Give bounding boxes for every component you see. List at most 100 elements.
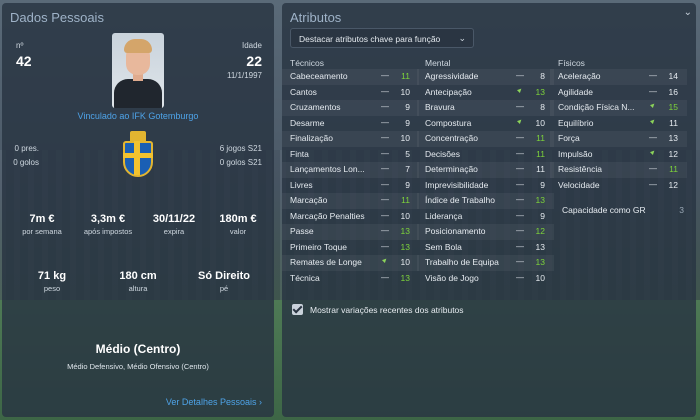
trend-neutral-icon: — [381,195,389,204]
attribute-value: 9 [540,210,545,221]
birthdate: 11/1/1997 [227,71,262,80]
trend-neutral-icon: — [516,210,524,220]
attribute-name: Trabalho de Equipa [425,257,499,267]
attribute-name: Decisões [425,148,460,159]
attribute-row[interactable]: Força — 13 [550,131,687,147]
u21-goals: 0 golos S21 [219,158,262,167]
attribute-name: Equilíbrio [558,117,594,128]
attribute-row[interactable]: Equilíbrio ▲ 11 [550,116,687,132]
attribute-row[interactable]: Imprevisibilidade — 9 [417,178,554,194]
sweden-crest-icon[interactable] [121,131,155,185]
attribute-name: Condição Física N... [558,102,635,112]
checkbox-checked[interactable] [292,304,303,315]
attribute-value: 8 [540,71,545,81]
attribute-name: Finalização [290,133,333,143]
view-personal-details-link[interactable]: Ver Detalhes Pessoais › [166,397,262,407]
attribute-name: Imprevisibilidade [425,179,489,190]
attribute-row[interactable]: Antecipação ▲ 13 [417,85,554,101]
attribute-value: 9 [540,179,545,190]
attribute-row[interactable]: Remates de Longe ▲ 10 [282,255,419,271]
trend-neutral-icon: — [516,71,524,80]
attribute-value: 10 [400,257,410,267]
attribute-row[interactable]: Marcação — 11 [282,193,419,209]
attribute-row[interactable]: Bravura — 8 [417,100,554,116]
caps-goals: 0 golos [13,158,39,167]
attribute-name: Passe [290,226,314,236]
attribute-row[interactable]: Impulsão ▲ 12 [550,147,687,163]
trend-neutral-icon: — [516,241,524,251]
attribute-row[interactable]: Trabalho de Equipa — 13 [417,255,554,271]
attribute-row[interactable]: Determinação — 11 [417,162,554,178]
trend-neutral-icon: — [649,164,657,173]
attribute-row[interactable]: Compostura ▲ 10 [417,116,554,132]
foot-stat: Só Direito pé [198,270,250,293]
attribute-value: 13 [535,195,545,205]
attribute-value: 16 [668,86,678,97]
trend-neutral-icon: — [381,117,389,127]
attribute-row[interactable]: Índice de Trabalho — 13 [417,193,554,209]
attribute-row[interactable]: Desarme — 9 [282,116,419,132]
attribute-value: 7 [405,164,410,174]
attribute-row[interactable]: Visão de Jogo — 10 [417,271,554,287]
weight-stat: 71 kg peso [37,270,67,293]
chevron-right-icon: › [259,397,262,407]
attribute-name: Visão de Jogo [425,272,479,283]
attribute-name: Finta [290,148,309,159]
chevron-down-icon[interactable]: ⌄ [684,7,692,18]
attribute-row[interactable]: Finalização — 10 [282,131,419,147]
trend-neutral-icon: — [516,102,524,111]
trend-neutral-icon: — [516,272,524,282]
number-label: nº [16,41,24,50]
attribute-row[interactable]: Decisões — 11 [417,147,554,163]
attribute-row[interactable]: Liderança — 9 [417,209,554,225]
trend-up-icon: ▲ [647,116,658,126]
attribute-row[interactable]: Cabeceamento — 11 [282,69,419,85]
attribute-row[interactable]: Posicionamento — 12 [417,224,554,240]
highlight-attributes-dropdown[interactable]: Destacar atributos chave para função ⌄ [290,28,474,48]
trend-up-icon: ▲ [514,116,525,126]
attribute-name: Liderança [425,210,463,221]
attribute-row[interactable]: Marcação Penalties — 10 [282,209,419,225]
attribute-row[interactable]: Resistência — 11 [550,162,687,178]
personal-details-panel: Dados Pessoais nº 42 Idade 22 11/1/1997 … [2,3,274,417]
attribute-row[interactable]: Técnica — 13 [282,271,419,287]
attribute-name: Índice de Trabalho [425,195,495,205]
wage-stat: 7m € por semana [22,213,62,236]
trend-up-icon: ▲ [379,255,390,266]
attribute-row[interactable]: Cruzamentos — 9 [282,100,419,116]
trend-neutral-icon: — [516,148,524,158]
attribute-row[interactable]: Aceleração — 14 [550,69,687,85]
attribute-row[interactable]: Concentração — 11 [417,131,554,147]
attribute-row[interactable]: Sem Bola — 13 [417,240,554,256]
attribute-row[interactable]: Passe — 13 [282,224,419,240]
attribute-value: 13 [535,86,545,97]
attribute-value: 10 [400,210,410,221]
attribute-row[interactable]: Agressividade — 8 [417,69,554,85]
attribute-row[interactable]: Primeiro Toque — 13 [282,240,419,256]
trend-up-icon: ▲ [647,147,658,157]
attributes-panel: Atributos ⌄ Destacar atributos chave par… [282,3,696,417]
attribute-value: 9 [405,117,410,128]
attribute-name: Primeiro Toque [290,241,348,252]
attribute-name: Posicionamento [425,226,486,236]
attribute-row[interactable]: Lançamentos Lon... — 7 [282,162,419,178]
attribute-row[interactable]: Velocidade — 12 [550,178,687,194]
attribute-row[interactable]: Agilidade — 16 [550,85,687,101]
panel-title: Atributos [290,10,342,25]
attribute-name: Sem Bola [425,241,462,252]
attribute-name: Bravura [425,102,455,112]
club-link[interactable]: Vinculado ao IFK Gotemburgo [2,111,274,121]
attribute-name: Resistência [558,164,602,174]
mental-column: Agressividade — 8 Antecipação ▲ 13 Bravura — 8 Co… [417,69,554,286]
trend-neutral-icon: — [516,164,524,173]
attribute-name: Aceleração [558,71,601,81]
attribute-value: 12 [668,179,678,190]
attribute-name: Marcação Penalties [290,210,365,221]
attribute-row[interactable]: Livres — 9 [282,178,419,194]
attribute-row[interactable]: Cantos — 10 [282,85,419,101]
trend-neutral-icon: — [516,179,524,189]
attribute-row[interactable]: Finta — 5 [282,147,419,163]
attribute-row[interactable]: Condição Física N... ▲ 15 [550,100,687,116]
attribute-name: Impulsão [558,148,593,159]
panel-title: Dados Pessoais [10,10,104,25]
